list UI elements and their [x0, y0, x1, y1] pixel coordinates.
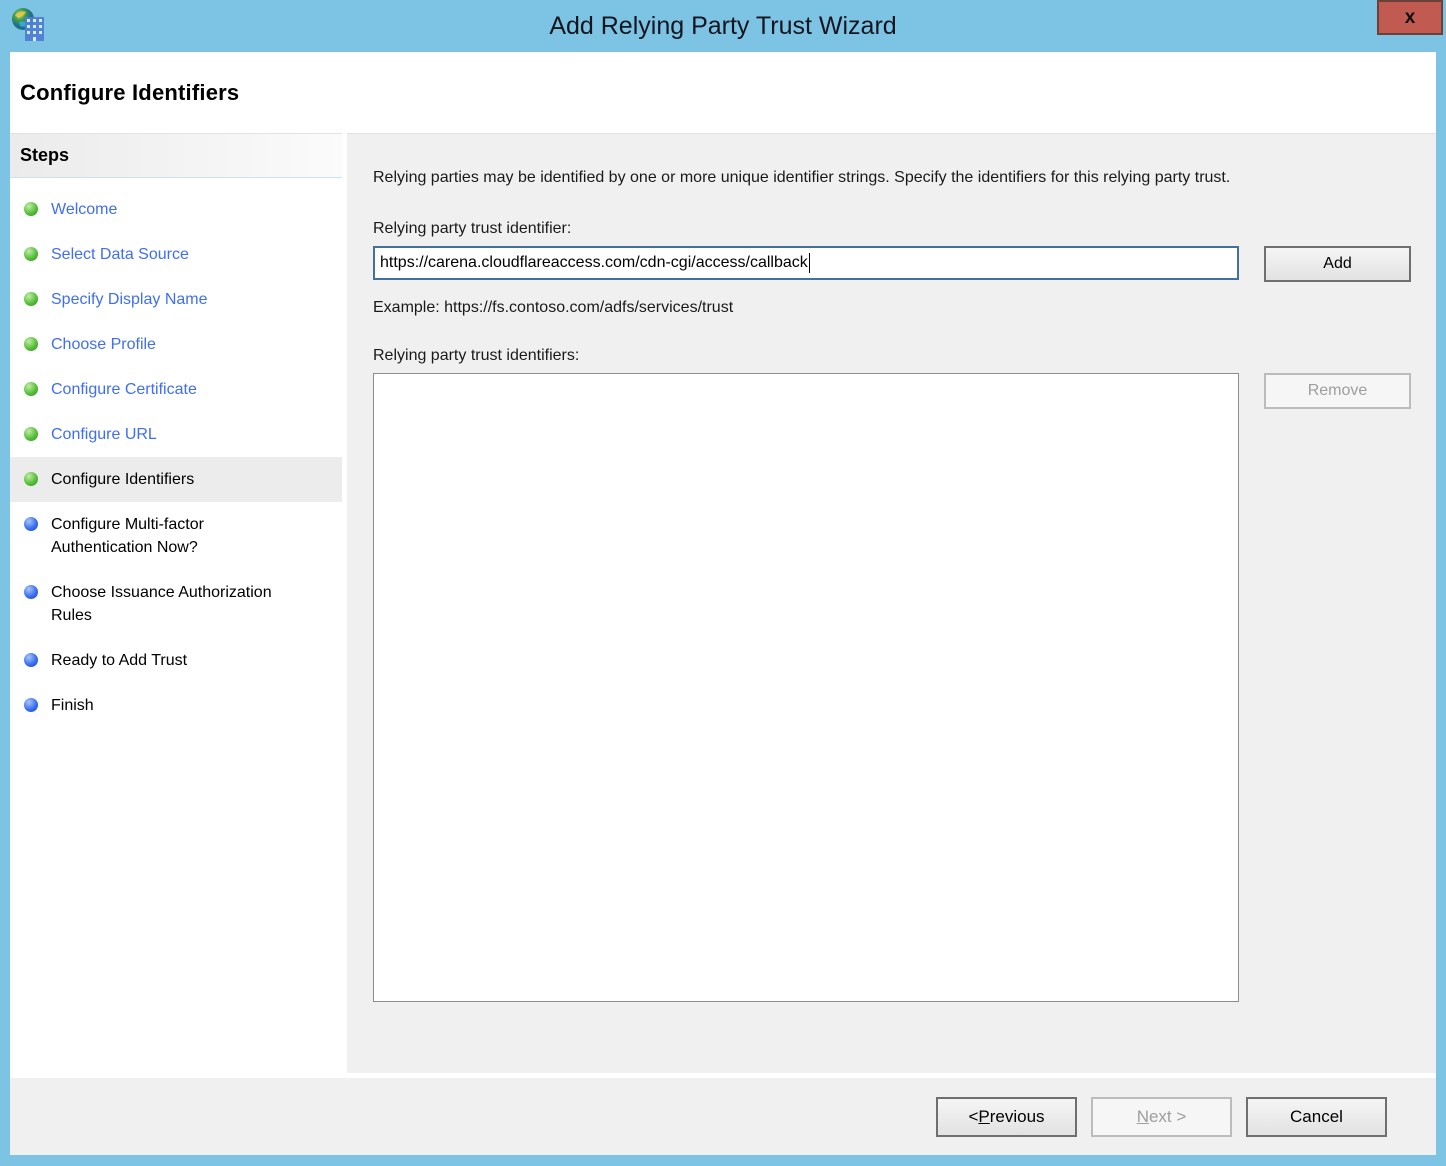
step-upcoming-dot-icon: [24, 585, 38, 599]
window-title: Add Relying Party Trust Wizard: [549, 11, 897, 40]
wizard-window: Add Relying Party Trust Wizard x Configu…: [0, 0, 1446, 1166]
previous-button[interactable]: < Previous: [936, 1096, 1077, 1137]
step-upcoming-dot-icon: [24, 517, 38, 531]
identifiers-list-label: Relying party trust identifiers:: [373, 347, 580, 364]
content: Steps Welcome Select Data Source Specify…: [10, 133, 1436, 1073]
steps-list: Welcome Select Data Source Specify Displ…: [10, 187, 342, 728]
text-caret: [808, 253, 810, 273]
identifiers-listbox[interactable]: [373, 373, 1239, 1002]
step-completed-dot-icon: [24, 382, 38, 396]
add-button[interactable]: Add: [1264, 246, 1411, 282]
close-icon: x: [1404, 6, 1416, 28]
step-configure-certificate: Configure Certificate: [10, 367, 342, 412]
titlebar: Add Relying Party Trust Wizard x: [0, 0, 1446, 52]
step-upcoming-dot-icon: [24, 698, 38, 712]
step-current-dot-icon: [24, 472, 38, 486]
step-completed-dot-icon: [24, 247, 38, 261]
remove-button[interactable]: Remove: [1264, 373, 1411, 409]
step-configure-mfa: Configure Multi-factor Authentication No…: [10, 502, 342, 570]
step-completed-dot-icon: [24, 337, 38, 351]
page-title: Configure Identifiers: [20, 79, 240, 105]
header-band: Configure Identifiers: [10, 52, 1436, 133]
step-configure-url: Configure URL: [10, 412, 342, 457]
example-text: Example: https://fs.contoso.com/adfs/ser…: [373, 299, 734, 316]
step-specify-display-name: Specify Display Name: [10, 277, 342, 322]
next-button[interactable]: Next >: [1091, 1096, 1232, 1137]
step-choose-issuance-rules: Choose Issuance Authorization Rules: [10, 570, 342, 638]
identifier-input-label: Relying party trust identifier:: [373, 220, 572, 237]
step-upcoming-dot-icon: [24, 653, 38, 667]
step-welcome: Welcome: [10, 187, 342, 232]
steps-title: Steps: [20, 145, 70, 165]
identifier-input-value: https://carena.cloudflareaccess.com/cdn-…: [380, 254, 808, 271]
footer-button-bar: < Previous Next > Cancel: [10, 1078, 1436, 1155]
step-finish: Finish: [10, 683, 342, 728]
steps-header: Steps: [10, 134, 342, 178]
step-select-data-source: Select Data Source: [10, 232, 342, 277]
step-ready-to-add-trust: Ready to Add Trust: [10, 638, 342, 683]
step-choose-profile: Choose Profile: [10, 322, 342, 367]
close-button[interactable]: x: [1377, 0, 1443, 35]
step-completed-dot-icon: [24, 202, 38, 216]
step-configure-identifiers: Configure Identifiers: [10, 457, 342, 502]
step-completed-dot-icon: [24, 427, 38, 441]
step-completed-dot-icon: [24, 292, 38, 306]
description-text: Relying parties may be identified by one…: [373, 169, 1231, 186]
identifier-input[interactable]: https://carena.cloudflareaccess.com/cdn-…: [373, 246, 1239, 280]
main-panel: Relying parties may be identified by one…: [347, 133, 1436, 1073]
steps-sidebar: Steps Welcome Select Data Source Specify…: [10, 133, 342, 1073]
cancel-button[interactable]: Cancel: [1246, 1096, 1387, 1137]
